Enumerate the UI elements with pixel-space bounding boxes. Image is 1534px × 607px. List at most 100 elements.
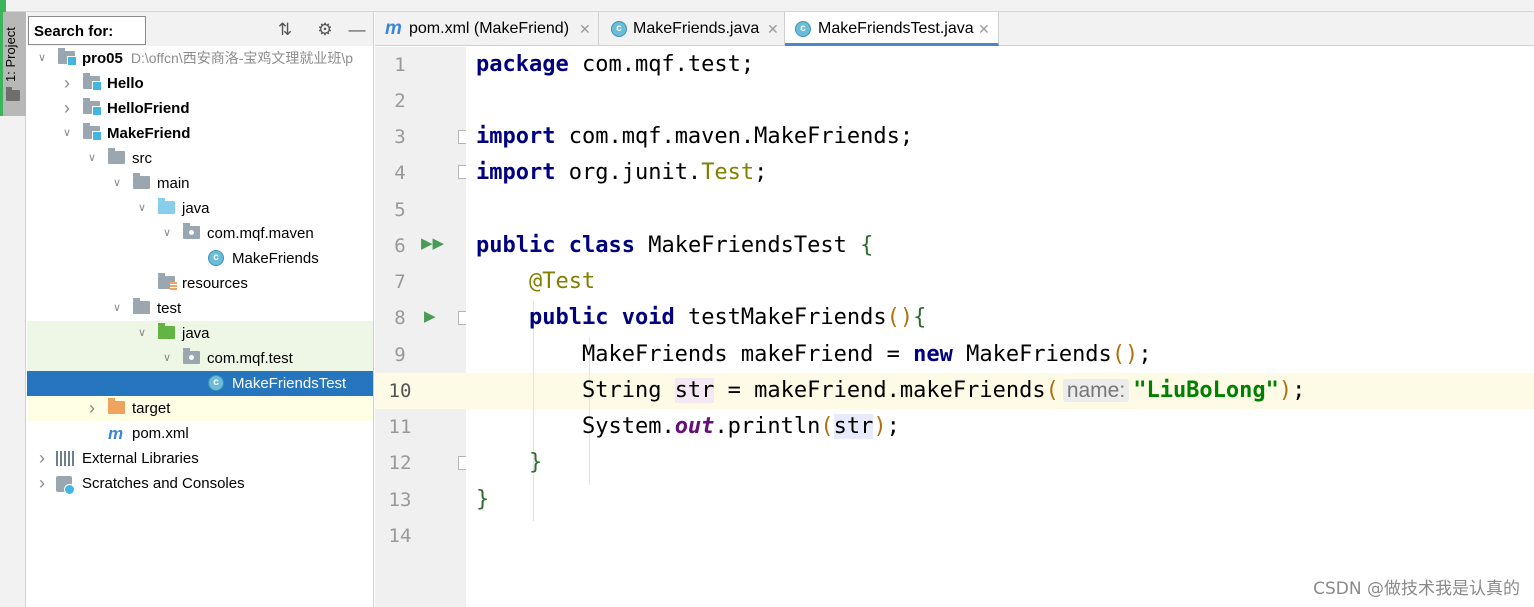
line-number: 9 [394, 344, 406, 366]
tree-item[interactable]: ∨ test [27, 296, 373, 321]
chevron-down-icon[interactable]: ∨ [110, 171, 124, 196]
chevron-down-icon[interactable]: ∨ [60, 121, 74, 146]
chevron-down-icon[interactable]: ∨ [160, 221, 174, 246]
class-icon: c [208, 250, 224, 266]
tree-item[interactable]: resources [27, 271, 373, 296]
tree-item-label: MakeFriend [107, 125, 191, 142]
chevron-down-icon[interactable]: ∨ [85, 146, 99, 171]
tab-label: pom.xml (MakeFriend) [409, 20, 570, 37]
tree-item-label: External Libraries [82, 450, 199, 467]
folder-module-icon [83, 98, 102, 116]
package-icon [183, 223, 200, 239]
folder-icon [133, 298, 150, 314]
tree-item[interactable]: ∨ main [27, 171, 373, 196]
tree-item-label: com.mqf.maven [207, 225, 314, 242]
chevron-right-icon[interactable]: › [85, 396, 99, 421]
tree-item-label: java [182, 200, 210, 217]
tree-item[interactable]: ∨ java [27, 321, 373, 346]
line-number: 10 [388, 380, 412, 402]
code-line-8: public void testMakeFriends(){ [528, 305, 927, 330]
package-icon [183, 348, 200, 364]
chevron-down-icon[interactable]: ∨ [160, 346, 174, 371]
tree-item[interactable]: m pom.xml [27, 421, 373, 446]
chevron-right-icon[interactable]: › [60, 71, 74, 96]
line-number: 8 [394, 307, 406, 329]
close-icon[interactable]: ✕ [579, 12, 591, 46]
chevron-down-icon[interactable]: ∨ [135, 321, 149, 346]
folder-module-icon [58, 48, 77, 66]
folder-icon [6, 87, 20, 101]
top-strip [0, 0, 1534, 12]
run-class-icon[interactable]: ▶▶ [421, 234, 444, 252]
folder-icon [133, 173, 150, 189]
test-class-icon: c [208, 375, 224, 391]
tree-item[interactable]: › Scratches and Consoles [27, 471, 373, 496]
code-editor[interactable]: package com.mqf.test; import com.mqf.mav… [466, 47, 1534, 607]
code-line-11: System.out.println(str); [581, 414, 900, 439]
run-test-icon[interactable]: ▶ [424, 307, 436, 325]
test-class-icon: c [795, 21, 811, 37]
source-folder-icon [158, 198, 175, 214]
tree-item[interactable]: ∨ src [27, 146, 373, 171]
tree-item-label: MakeFriendsTest [232, 375, 347, 392]
tab-label: MakeFriendsTest.java [818, 20, 974, 37]
hide-panel-icon[interactable]: — [347, 20, 367, 40]
line-number: 4 [394, 162, 406, 184]
chevron-down-icon[interactable]: ∨ [110, 296, 124, 321]
tree-item-label: Scratches and Consoles [82, 475, 245, 492]
chevron-right-icon[interactable]: › [35, 471, 49, 496]
tree-item-label: test [157, 300, 182, 317]
chevron-down-icon[interactable]: ∨ [135, 196, 149, 221]
libraries-icon [56, 451, 74, 466]
parameter-hint: name: [1062, 379, 1130, 402]
tree-item[interactable]: c MakeFriends [27, 246, 373, 271]
project-panel-header: Search for: ⇅ ⚙ — [27, 12, 373, 46]
watermark: CSDN @做技术我是认真的 [1313, 579, 1520, 599]
chevron-right-icon[interactable]: › [35, 446, 49, 471]
tree-item[interactable]: ∨ MakeFriend [27, 121, 373, 146]
tree-item[interactable]: ∨ com.mqf.maven [27, 221, 373, 246]
tree-item[interactable]: c MakeFriendsTest [27, 371, 373, 396]
tree-item[interactable]: ∨ pro05 D:\offcn\西安商洛-宝鸡文理就业班\p [27, 46, 373, 71]
line-number: 14 [388, 525, 412, 547]
tree-item-label: main [157, 175, 190, 192]
tree-item-label: target [132, 400, 171, 417]
tree-item[interactable]: ∨ com.mqf.test [27, 346, 373, 371]
tree-item-label: resources [182, 275, 248, 292]
tab-makefriends-java[interactable]: c MakeFriends.java ✕ [599, 12, 785, 46]
tree-item-label: MakeFriends [232, 250, 319, 267]
tree-item[interactable]: › External Libraries [27, 446, 373, 471]
class-icon: c [611, 21, 627, 37]
gear-icon[interactable]: ⚙ [315, 20, 335, 40]
tree-item[interactable]: › HelloFriend [27, 96, 373, 121]
maven-icon: m [385, 18, 402, 39]
tree-item-label: com.mqf.test [207, 350, 293, 367]
close-icon[interactable]: ✕ [978, 12, 990, 46]
scratches-icon [56, 476, 75, 495]
search-input[interactable]: Search for: [28, 16, 146, 45]
tree-item-label: Hello [107, 75, 144, 92]
code-line-3: import com.mqf.maven.MakeFriends; [476, 124, 914, 149]
chevron-right-icon[interactable]: › [60, 96, 74, 121]
tab-makefriendstest-java[interactable]: c MakeFriendsTest.java ✕ [785, 12, 999, 46]
line-number: 12 [388, 452, 412, 474]
tab-label: MakeFriends.java [633, 20, 760, 37]
project-panel: Search for: ⇅ ⚙ — ∨ pro05 D:\offcn\西安商洛-宝鸡… [27, 12, 374, 607]
folder-module-icon [83, 123, 102, 141]
line-number: 2 [394, 90, 406, 112]
code-line-4: import org.junit.Test; [476, 160, 768, 185]
tree-item[interactable]: ∨ java [27, 196, 373, 221]
code-line-1: package com.mqf.test; [476, 52, 755, 77]
tool-window-stripe: 1: Project [0, 12, 26, 607]
tab-pom-xml[interactable]: m pom.xml (MakeFriend) ✕ [375, 12, 599, 46]
collapse-all-icon[interactable]: ⇅ [275, 20, 295, 40]
project-tool-tab[interactable]: 1: Project [0, 12, 26, 116]
line-number: 1 [394, 54, 406, 76]
tree-item[interactable]: › Hello [27, 71, 373, 96]
line-number: 5 [394, 199, 406, 221]
tree-item-label: HelloFriend [107, 100, 190, 117]
chevron-down-icon[interactable]: ∨ [35, 46, 49, 71]
excluded-folder-icon [108, 398, 125, 414]
close-icon[interactable]: ✕ [767, 12, 779, 46]
tree-item[interactable]: › target [27, 396, 373, 421]
